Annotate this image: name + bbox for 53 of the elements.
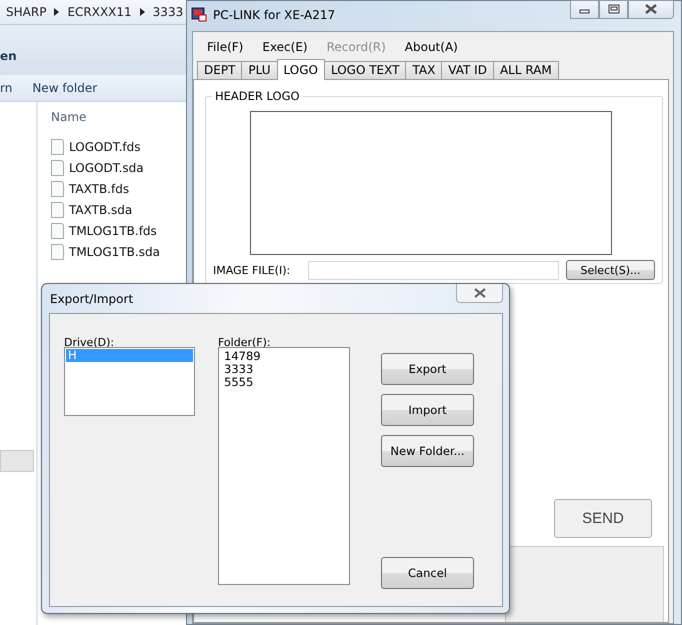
file-icon xyxy=(51,138,64,154)
arrow-icon xyxy=(140,8,145,16)
window-title: PC-LINK for XE-A217 xyxy=(213,8,336,22)
dialog-button[interactable]: New Folder... xyxy=(381,435,474,467)
arrow-icon xyxy=(54,8,60,16)
folder-list[interactable]: 14789 3333 5555 xyxy=(218,347,350,585)
file-name[interactable]: LOGODT.fds xyxy=(69,140,141,154)
menu-item[interactable]: File(F) xyxy=(207,40,244,54)
tab[interactable]: PLU xyxy=(241,61,278,79)
menu-item[interactable]: About(A) xyxy=(404,40,458,54)
menu-item[interactable]: Exec(E) xyxy=(262,40,308,54)
file-name[interactable]: TMLOG1TB.fds xyxy=(69,224,157,238)
toolbar-item[interactable]: rn xyxy=(0,81,12,95)
minimize-icon[interactable] xyxy=(570,0,599,18)
send-button[interactable]: SEND xyxy=(554,499,652,538)
dialog-button[interactable]: Export xyxy=(381,353,474,385)
toolbar-item[interactable]: New folder xyxy=(32,81,98,95)
file-name[interactable]: TAXTB.fds xyxy=(69,182,130,196)
select-button[interactable]: Select(S)... xyxy=(566,260,655,280)
field-label: Folder(F): xyxy=(218,336,272,348)
dialog-button[interactable]: Import xyxy=(381,394,474,426)
dialog-title: Export/Import xyxy=(50,292,134,306)
app-icon xyxy=(191,6,207,24)
breadcrumb-item[interactable]: 3333 xyxy=(152,5,184,19)
breadcrumb-item[interactable]: SHARP xyxy=(6,5,46,19)
field-label: IMAGE FILE(I): xyxy=(213,264,292,276)
tab[interactable]: TAX xyxy=(405,61,442,79)
file-icon xyxy=(51,244,64,260)
tab[interactable]: LOGO xyxy=(276,59,325,80)
file-icon xyxy=(51,180,64,196)
file-name[interactable]: TAXTB.sda xyxy=(69,202,132,216)
list-item[interactable]: 3333 xyxy=(222,363,346,376)
close-icon[interactable] xyxy=(456,284,503,303)
input-field[interactable] xyxy=(308,260,559,280)
cancel-button[interactable]: Cancel xyxy=(381,557,474,589)
column-header[interactable]: Name xyxy=(51,102,186,128)
tab[interactable]: ALL RAM xyxy=(492,61,559,79)
tab[interactable]: VAT ID xyxy=(441,61,494,79)
file-icon xyxy=(51,160,64,176)
file-name[interactable]: LOGODT.sda xyxy=(69,160,144,174)
field-label: Drive(D): xyxy=(64,336,116,348)
breadcrumb-item[interactable]: ECRXXX11 xyxy=(67,5,132,19)
group-title: HEADER LOGO xyxy=(212,89,303,103)
list-item[interactable]: 14789 xyxy=(222,350,346,363)
tab[interactable]: LOGO TEXT xyxy=(324,61,406,79)
maximize-icon[interactable] xyxy=(599,0,628,18)
tab[interactable]: DEPT xyxy=(197,61,242,79)
file-name[interactable]: TMLOG1TB.sda xyxy=(69,244,160,258)
file-icon xyxy=(51,202,64,218)
close-icon[interactable] xyxy=(628,0,674,18)
file-icon xyxy=(51,222,64,238)
toolbar-item[interactable]: en xyxy=(0,49,17,63)
list-item[interactable]: 5555 xyxy=(222,376,346,389)
